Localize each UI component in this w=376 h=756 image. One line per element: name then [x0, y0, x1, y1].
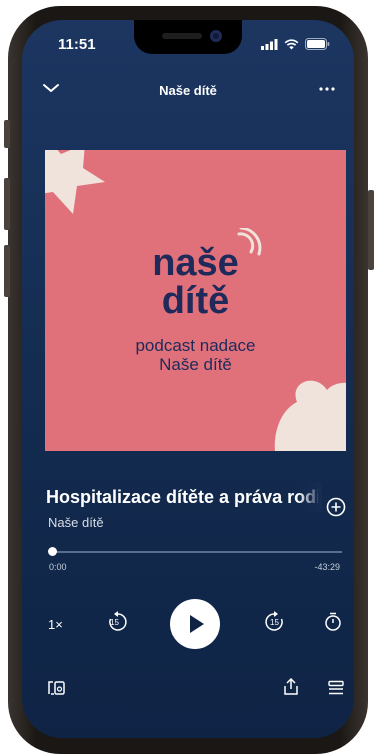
add-circle-icon[interactable]: [326, 497, 346, 517]
wifi-icon: [284, 38, 299, 49]
sleep-timer-icon[interactable]: [324, 612, 342, 632]
heart-shape: [274, 380, 346, 451]
speaker: [162, 33, 202, 39]
star-shape: [45, 150, 105, 214]
page-title: Naše dítě: [159, 83, 217, 98]
skip-back-seconds: 15: [110, 618, 119, 627]
skip-forward-button[interactable]: 15: [262, 610, 286, 634]
notch: [134, 20, 242, 54]
camera: [210, 30, 222, 42]
artwork-title-line2: dítě: [161, 280, 230, 322]
artwork-title: naše dítě: [45, 244, 346, 320]
phone-side-button: [368, 190, 374, 270]
status-bar: 11:51: [22, 20, 354, 70]
artwork-subtitle-line1: podcast nadace: [135, 336, 256, 355]
connect-device-icon[interactable]: [48, 680, 66, 696]
status-time: 11:51: [58, 36, 96, 53]
skip-forward-seconds: 15: [270, 618, 279, 627]
play-icon: [190, 615, 204, 633]
battery-icon: [305, 38, 330, 50]
status-icons: [261, 38, 330, 50]
top-bar: Naše dítě: [22, 76, 354, 106]
artwork-subtitle-line2: Naše dítě: [159, 355, 232, 374]
share-icon[interactable]: [283, 678, 299, 696]
play-button[interactable]: [170, 599, 220, 649]
podcast-artwork: naše dítě podcast nadace Naše dítě: [45, 150, 346, 451]
episode-title: Hospitalizace dítěte a práva rodičů: [46, 487, 318, 507]
phone-side-button: [4, 178, 10, 230]
progress-knob[interactable]: [48, 547, 57, 556]
phone-screen: 11:51 Naše dítě naše dítě podcast nadace…: [22, 20, 354, 738]
playback-speed-button[interactable]: 1×: [48, 617, 63, 632]
time-remaining: -43:29: [314, 562, 340, 572]
signal-icon: [261, 38, 278, 50]
progress-bar[interactable]: [50, 551, 342, 553]
time-elapsed: 0:00: [49, 562, 67, 572]
show-name[interactable]: Naše dítě: [48, 515, 104, 530]
queue-icon[interactable]: [328, 680, 344, 696]
skip-back-button[interactable]: 15: [106, 610, 130, 634]
artwork-subtitle: podcast nadace Naše dítě: [45, 336, 346, 374]
title-fade: [298, 482, 322, 512]
more-options-icon[interactable]: [318, 80, 336, 98]
phone-side-button: [4, 120, 10, 148]
artwork-title-line1: naše: [152, 242, 239, 284]
phone-side-button: [4, 245, 10, 297]
